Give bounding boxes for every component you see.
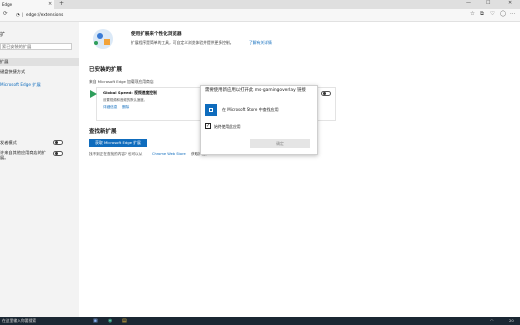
address-separator: | <box>22 12 24 17</box>
profile-icon[interactable]: ◯ <box>500 11 506 17</box>
favorites-icon[interactable]: ☆ <box>470 11 475 17</box>
new-tab-button[interactable]: + <box>59 0 64 7</box>
find-note: 找不到正在查找的内容? 也可以从 <box>89 152 143 156</box>
extension-play-icon <box>90 90 97 98</box>
dialog-title: 需要使用新应用以打开此 ms-gamingoverlay 链接 <box>205 88 306 93</box>
extensions-illustration-icon <box>93 29 113 49</box>
banner-desc: 扩展程序是简单的工具，可自定义浏览体验并提供更多控制。 <box>131 40 234 45</box>
taskbar-edge-icon[interactable]: ◉ <box>108 318 112 324</box>
taskbar-clock[interactable]: 20 <box>509 318 514 323</box>
always-use-label: 始终使用此应用 <box>214 124 241 129</box>
extension-name: Global Speed: 视频速度控制 <box>103 90 157 95</box>
tab-close-button[interactable]: × <box>48 1 52 7</box>
get-edge-extensions-button[interactable]: 获取 Microsoft Edge 扩展 <box>89 139 147 147</box>
find-heading: 查找新扩展 <box>89 129 117 135</box>
extension-toggle[interactable] <box>321 91 331 96</box>
maximize-button[interactable]: ☐ <box>486 0 490 6</box>
collections-icon[interactable]: ⧉ <box>480 11 484 18</box>
close-window-button[interactable]: ✕ <box>508 0 512 6</box>
banner-title: 使用扩展来个性化浏览器 <box>131 32 182 37</box>
extension-desc: 设置视频和音频的默认速度。 <box>103 98 148 102</box>
tab-extensions[interactable]: Edge <box>0 0 54 9</box>
sidebar-item-label-extensions: 扩展 <box>0 59 9 64</box>
sidebar-title: 扩 <box>0 32 6 38</box>
other-stores-label: 许来自其他应用商店的扩展。 <box>0 150 47 160</box>
extension-details-link[interactable]: 详细信息 <box>103 105 117 110</box>
more-menu-icon[interactable]: ⋯ <box>510 11 516 17</box>
tab-bar <box>0 0 520 9</box>
refresh-icon[interactable]: ⟳ <box>3 11 8 17</box>
browser-essentials-icon[interactable]: ♡ <box>490 11 495 17</box>
sidebar-item-keyboard-shortcuts[interactable]: 键盘快捷方式 <box>0 69 25 75</box>
developer-mode-toggle[interactable] <box>53 140 63 145</box>
installed-heading: 已安装的扩展 <box>89 67 123 73</box>
url-text: edge://extensions <box>26 12 64 17</box>
store-bag-icon[interactable] <box>205 104 217 116</box>
dialog-option-store[interactable]: 在 Microsoft Store 中查找应用 <box>222 107 279 113</box>
taskbar <box>0 317 520 325</box>
developer-mode-label: 发者模式 <box>0 140 17 145</box>
sidebar <box>0 22 79 317</box>
taskbar-task-view-icon[interactable]: ▣ <box>93 318 98 324</box>
taskbar-search[interactable]: 在这里输入你要搜索 <box>2 318 36 324</box>
taskbar-network-icon[interactable]: ◠ <box>490 318 494 323</box>
other-stores-toggle[interactable] <box>53 151 63 156</box>
main-content <box>79 22 520 317</box>
search-placeholder: 索已安装的扩展 <box>2 44 32 49</box>
chrome-web-store-link[interactable]: Chrome Web Store <box>152 152 186 156</box>
dialog-confirm-button[interactable]: 确定 <box>250 139 310 148</box>
always-use-checkbox[interactable]: ✓ <box>205 123 211 129</box>
sidebar-item-edge-addons[interactable]: Microsoft Edge 扩展 <box>0 82 41 88</box>
extension-remove-link[interactable]: 删除 <box>122 105 129 110</box>
edge-logo-icon: ◔ <box>16 12 20 17</box>
installed-source-label: 来自 Microsoft Edge 加载项应用商店 <box>89 79 154 84</box>
minimize-button[interactable]: — <box>466 0 471 6</box>
banner-learn-more-link[interactable]: 了解有关详情 <box>249 40 272 46</box>
address-bar[interactable] <box>14 11 514 19</box>
sidebar-item-extensions[interactable] <box>0 58 79 66</box>
taskbar-explorer-icon[interactable]: ▤ <box>122 318 127 324</box>
